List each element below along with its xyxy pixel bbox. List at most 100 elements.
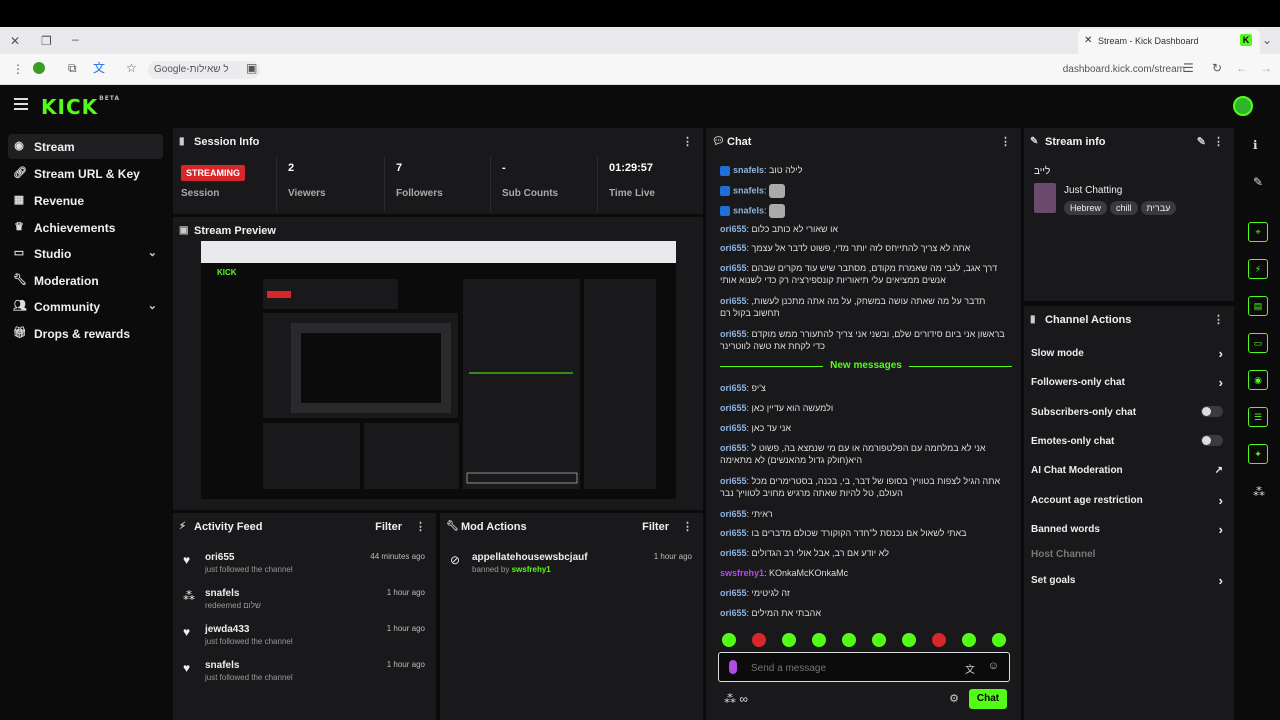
banned-username[interactable]: appellatehousewsbcjauf <box>472 552 588 563</box>
more-options-icon[interactable]: ⋮ <box>1000 135 1011 148</box>
more-options-icon[interactable]: ⋮ <box>682 135 693 148</box>
filter-button[interactable]: Filter <box>642 521 669 533</box>
chat-footer-icons[interactable]: ⁂ ∞ <box>724 692 748 706</box>
emote-icon[interactable] <box>902 633 916 647</box>
extensions-icon[interactable]: ⧉ <box>68 62 77 74</box>
chat-message-input[interactable] <box>751 660 951 676</box>
action-followers-only[interactable]: Followers-only chat › <box>1031 375 1223 399</box>
chat-username[interactable]: ori655 <box>720 548 747 558</box>
emote-icon[interactable] <box>722 633 736 647</box>
edit-icon[interactable]: ✎ <box>1197 135 1206 148</box>
sidebar-item-stream-url[interactable]: 🔗︎ Stream URL & Key <box>8 161 163 186</box>
emotes-only-toggle[interactable] <box>1201 435 1223 446</box>
screenshot-icon[interactable]: ▣ <box>246 62 257 74</box>
chat-username[interactable]: ori655 <box>720 509 747 519</box>
chat-username[interactable]: swsfrehy1 <box>720 568 764 578</box>
forward-icon[interactable]: → <box>1260 62 1272 74</box>
chat-username[interactable]: ori655 <box>720 383 747 393</box>
rail-wrench-icon[interactable]: ✦ <box>1248 444 1268 464</box>
emote-icon[interactable] <box>842 633 856 647</box>
tab-kick-dashboard[interactable]: ✕ Stream - Kick Dashboard K <box>1078 29 1260 54</box>
hamburger-menu-icon[interactable] <box>14 98 28 110</box>
emoji-icon[interactable]: ☺ <box>988 660 999 672</box>
rail-broadcast-icon[interactable]: ◉ <box>1248 370 1268 390</box>
sidebar-item-studio[interactable]: ▭ Studio ⌄ <box>8 241 163 266</box>
subscribers-only-toggle[interactable] <box>1201 406 1223 417</box>
category-thumbnail[interactable] <box>1034 183 1056 213</box>
url-text[interactable]: dashboard.kick.com/stream <box>1063 64 1185 75</box>
kick-logo[interactable]: KICKBETA <box>41 95 120 119</box>
rail-focus-icon[interactable]: ⌖ <box>1248 222 1268 242</box>
more-options-icon[interactable]: ⋮ <box>1213 135 1224 148</box>
action-ai-moderation[interactable]: AI Chat Moderation ↗ <box>1031 465 1223 487</box>
menu-dots-icon[interactable]: ⋮ <box>12 63 24 75</box>
emote-icon[interactable] <box>932 633 946 647</box>
feed-username[interactable]: jewda433 <box>205 624 249 635</box>
chat-username[interactable]: ori655 <box>720 588 747 598</box>
chevron-down-icon[interactable]: ⌄ <box>1262 34 1272 46</box>
moderator-name[interactable]: swsfrehy1 <box>512 565 551 574</box>
emote-icon[interactable] <box>752 633 766 647</box>
back-icon[interactable]: ← <box>1236 62 1248 74</box>
emote-icon[interactable] <box>992 633 1006 647</box>
emote-icon[interactable] <box>812 633 826 647</box>
more-options-icon[interactable]: ⋮ <box>682 520 693 533</box>
chat-username[interactable]: ori655 <box>720 296 747 306</box>
emote-icon[interactable] <box>782 633 796 647</box>
bookmark-star-icon[interactable]: ☆ <box>126 62 137 74</box>
action-banned-words[interactable]: Banned words › <box>1031 522 1223 546</box>
more-options-icon[interactable]: ⋮ <box>415 520 426 533</box>
sidebar-item-revenue[interactable]: ▦ Revenue <box>8 188 163 213</box>
translate-icon[interactable]: 文 <box>93 62 105 74</box>
chat-username[interactable]: ori655 <box>720 263 747 273</box>
chat-input-box[interactable]: 文 ☺ <box>718 652 1010 682</box>
user-avatar[interactable] <box>1233 96 1253 116</box>
rail-list-icon[interactable]: ☰ <box>1248 407 1268 427</box>
action-account-age[interactable]: Account age restriction › <box>1031 493 1223 517</box>
rail-lightning-icon[interactable]: ⚡︎ <box>1248 259 1268 279</box>
sidebar-item-moderation[interactable]: 🔧︎ Moderation <box>8 268 163 293</box>
minimize-window-icon[interactable]: – <box>72 33 79 45</box>
emote-icon[interactable] <box>872 633 886 647</box>
sidebar-item-stream[interactable]: ◉ Stream <box>8 134 163 159</box>
sidebar-item-community[interactable]: 👥︎ Community ⌄ <box>8 294 163 319</box>
restore-window-icon[interactable]: ❐ <box>41 35 52 47</box>
site-settings-icon[interactable]: ☰ <box>1183 62 1194 74</box>
action-slow-mode[interactable]: Slow mode › <box>1031 346 1223 370</box>
chat-username[interactable]: ori655 <box>720 528 747 538</box>
info-icon[interactable]: ℹ <box>1253 138 1258 152</box>
stream-preview-video[interactable]: KICK <box>201 241 676 499</box>
more-options-icon[interactable]: ⋮ <box>1213 313 1224 326</box>
rail-chat-icon[interactable]: ▭ <box>1248 333 1268 353</box>
gear-icon[interactable]: ⚙ <box>949 692 959 705</box>
chat-username[interactable]: ori655 <box>720 423 747 433</box>
rail-more-icon[interactable]: ⁂ <box>1253 485 1265 499</box>
chat-username[interactable]: ori655 <box>720 403 747 413</box>
new-messages-divider[interactable]: New messages <box>720 360 1012 372</box>
feed-username[interactable]: snafels <box>205 588 239 599</box>
chat-username[interactable]: snafels <box>733 205 764 215</box>
translate-icon[interactable]: 文 <box>965 661 975 676</box>
filter-button[interactable]: Filter <box>375 521 402 533</box>
microphone-icon[interactable] <box>729 660 737 674</box>
close-tab-icon[interactable]: ✕ <box>1084 35 1092 46</box>
rail-document-icon[interactable]: ▤ <box>1248 296 1268 316</box>
sidebar-item-achievements[interactable]: ♛ Achievements <box>8 215 163 240</box>
feed-username[interactable]: ori655 <box>205 552 234 563</box>
action-set-goals[interactable]: Set goals › <box>1031 573 1223 597</box>
tag[interactable]: עברית <box>1140 201 1177 215</box>
chat-username[interactable]: ori655 <box>720 443 747 453</box>
chat-username[interactable]: ori655 <box>720 224 747 234</box>
chat-username[interactable]: ori655 <box>720 243 747 253</box>
omnibox-chip[interactable]: Google-ל שאילות <box>148 61 260 79</box>
sidebar-item-drops[interactable]: 🎁︎ Drops & rewards <box>8 321 163 346</box>
send-chat-button[interactable]: Chat <box>969 689 1007 709</box>
chat-username[interactable]: ori655 <box>720 476 747 486</box>
tag[interactable]: chill <box>1110 201 1138 215</box>
reload-icon[interactable]: ↻ <box>1212 62 1222 74</box>
tag[interactable]: Hebrew <box>1064 201 1108 215</box>
profile-icon[interactable] <box>33 62 45 74</box>
feed-username[interactable]: snafels <box>205 660 239 671</box>
chat-username[interactable]: ori655 <box>720 608 747 618</box>
chat-username[interactable]: snafels <box>733 165 764 175</box>
